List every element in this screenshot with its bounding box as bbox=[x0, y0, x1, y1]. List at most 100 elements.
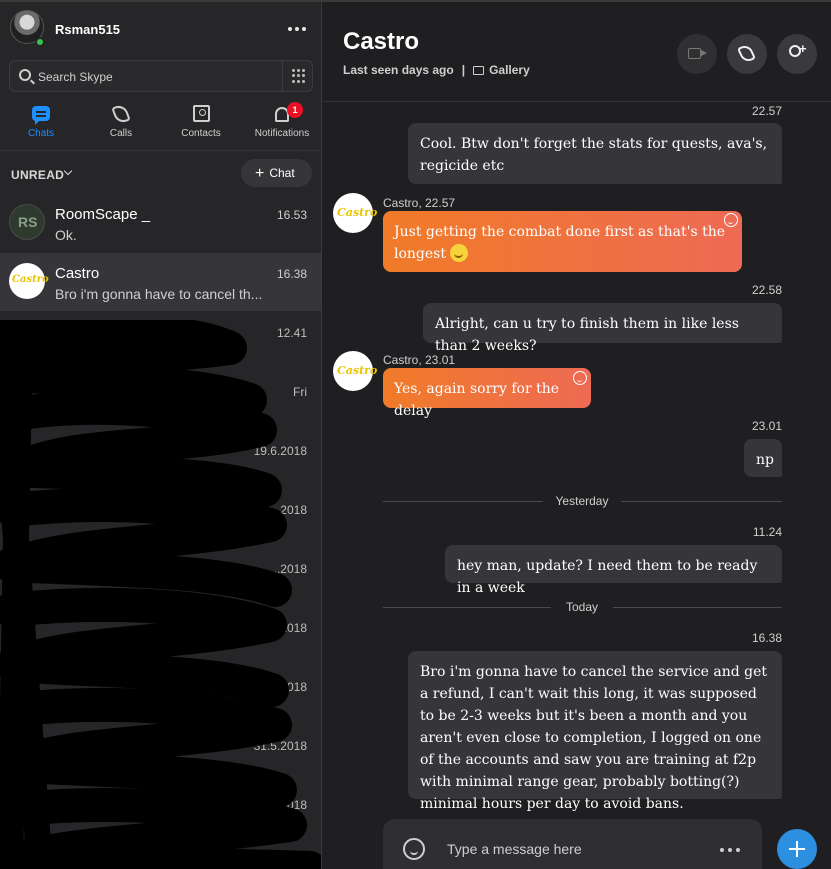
phone-icon bbox=[737, 43, 756, 64]
conversation-item[interactable]: 12.41 bbox=[0, 312, 321, 370]
message-list[interactable]: 22.57 Cool. Btw don't forget the stats f… bbox=[323, 103, 831, 819]
date-divider-line bbox=[383, 607, 551, 608]
message-sender: Castro, 23.01 bbox=[383, 353, 456, 367]
tab-notifications[interactable]: Notifications bbox=[242, 100, 321, 146]
conversation-list-header: UNREAD + Chat bbox=[0, 150, 321, 192]
search-divider bbox=[282, 61, 283, 91]
new-chat-label: Chat bbox=[269, 166, 295, 180]
conversation-item[interactable]: 1.6.2018 bbox=[0, 607, 321, 665]
incoming-message[interactable]: Yes, again sorry for the delay bbox=[383, 368, 591, 419]
unread-filter[interactable]: UNREAD bbox=[11, 168, 64, 182]
phone-icon bbox=[111, 103, 131, 125]
chat-title[interactable]: Castro bbox=[343, 28, 419, 56]
conversation-item[interactable]: 31.5.2018 bbox=[0, 725, 321, 783]
chevron-down-icon[interactable] bbox=[63, 166, 73, 176]
message-text: Just getting the combat done first as th… bbox=[394, 224, 726, 262]
conversation-time: 31.5.2018 bbox=[253, 739, 307, 753]
message-timestamp: 22.58 bbox=[751, 283, 782, 297]
conversation-avatar bbox=[9, 263, 49, 299]
conversation-name: Castro bbox=[55, 265, 100, 282]
conversation-item[interactable]: ...2018 bbox=[0, 666, 321, 724]
conversation-item[interactable]: Fri bbox=[0, 371, 321, 429]
date-divider: Today bbox=[565, 600, 599, 614]
gallery-icon bbox=[473, 66, 485, 75]
tab-label: Contacts bbox=[181, 128, 221, 139]
incoming-message[interactable]: Just getting the combat done first as th… bbox=[383, 211, 742, 272]
nav-tabs: Chats Calls Contacts Notifications bbox=[0, 100, 321, 146]
conversation-avatar bbox=[9, 204, 45, 240]
video-call-button[interactable] bbox=[677, 34, 717, 74]
conversation-time: 16.38 bbox=[276, 267, 307, 281]
conversation-item-castro[interactable]: Castro Bro i'm gonna have to cancel th..… bbox=[0, 253, 321, 311]
tab-label: Notifications bbox=[254, 128, 310, 139]
dot-icon bbox=[302, 27, 306, 31]
profile-header: Rsman515 bbox=[0, 2, 321, 58]
conversation-time: Fri bbox=[293, 385, 307, 399]
plus-icon: + bbox=[255, 165, 265, 182]
tab-contacts[interactable]: Contacts bbox=[161, 100, 241, 146]
message-composer bbox=[383, 819, 762, 869]
search-input[interactable]: Search Skype bbox=[38, 70, 113, 84]
conversation-time: ...2018 bbox=[270, 680, 307, 694]
sidebar: Rsman515 Search Skype Chats Calls Contac… bbox=[0, 2, 322, 869]
conversation-time: 19.6.2018 bbox=[253, 444, 307, 458]
tab-chats[interactable]: Chats bbox=[1, 100, 81, 146]
tab-calls[interactable]: Calls bbox=[81, 100, 161, 146]
chat-icon bbox=[32, 106, 50, 125]
dot-icon bbox=[720, 848, 724, 852]
outgoing-message[interactable]: Bro i'm gonna have to cancel the service… bbox=[408, 651, 782, 812]
dot-icon bbox=[295, 27, 299, 31]
message-timestamp: 16.38 bbox=[751, 631, 782, 645]
outgoing-message[interactable]: np bbox=[744, 439, 782, 477]
search-box[interactable]: Search Skype bbox=[9, 60, 313, 92]
date-divider-line bbox=[383, 501, 543, 502]
conversation-item[interactable]: ...forum/prof... 19.6.2018 bbox=[0, 430, 321, 488]
message-timestamp: 22.57 bbox=[751, 104, 782, 118]
conversation-time: ...2018 bbox=[270, 798, 307, 812]
new-chat-button[interactable]: + Chat bbox=[241, 159, 312, 187]
audio-call-button[interactable] bbox=[727, 34, 767, 74]
outgoing-message[interactable]: Alright, can u try to finish them in lik… bbox=[423, 303, 782, 354]
message-sender: Castro, 22.57 bbox=[383, 196, 456, 210]
date-divider: Yesterday bbox=[555, 494, 609, 508]
tab-label: Calls bbox=[109, 128, 133, 139]
conversation-preview: Ok. bbox=[55, 227, 77, 243]
sender-avatar[interactable] bbox=[333, 351, 377, 391]
conversation-time: 12.41 bbox=[276, 326, 307, 340]
add-content-button[interactable] bbox=[777, 829, 817, 869]
chat-subtitle: Last seen days ago | Gallery bbox=[343, 63, 530, 77]
conversation-preview: Bro i'm gonna have to cancel th... bbox=[55, 286, 263, 302]
conversation-item-roomscape[interactable]: RoomScape _ Ok. 16.53 bbox=[0, 194, 321, 252]
add-person-icon bbox=[788, 41, 807, 63]
skype-window: Rsman515 Search Skype Chats Calls Contac… bbox=[0, 0, 831, 869]
dot-icon bbox=[288, 27, 292, 31]
separator: | bbox=[461, 63, 466, 77]
reaction-icon[interactable] bbox=[573, 371, 587, 385]
reaction-icon[interactable] bbox=[724, 213, 738, 227]
date-divider-line bbox=[613, 607, 782, 608]
tab-label: Chats bbox=[27, 128, 55, 139]
conversation-item[interactable]: ...2018 bbox=[0, 489, 321, 547]
gallery-link[interactable]: Gallery bbox=[489, 63, 530, 77]
conversation-name: RoomScape _ bbox=[55, 206, 151, 223]
message-input[interactable] bbox=[447, 841, 697, 857]
sender-avatar[interactable] bbox=[333, 193, 377, 233]
dialpad-icon[interactable] bbox=[292, 69, 306, 83]
conversation-item[interactable]: ...2018 bbox=[0, 784, 321, 842]
contacts-icon bbox=[193, 105, 210, 122]
last-seen-status: Last seen days ago bbox=[343, 63, 454, 77]
add-people-button[interactable] bbox=[777, 34, 817, 74]
outgoing-message[interactable]: Cool. Btw don't forget the stats for que… bbox=[408, 123, 782, 184]
more-options-button[interactable] bbox=[284, 19, 310, 39]
emoji-icon[interactable] bbox=[403, 838, 425, 860]
conversation-time: 16.53 bbox=[276, 208, 307, 222]
conversation-time: ...2018 bbox=[270, 503, 307, 517]
conversation-item[interactable]: ...2018 bbox=[0, 548, 321, 606]
chat-panel: Castro Last seen days ago | Gallery 22.57 … bbox=[323, 2, 831, 869]
composer-more-button[interactable] bbox=[720, 848, 740, 852]
dot-icon bbox=[728, 848, 732, 852]
profile-username[interactable]: Rsman515 bbox=[55, 22, 120, 37]
conversation-time: 1.6.2018 bbox=[260, 621, 307, 635]
outgoing-message[interactable]: hey man, update? I need them to be ready… bbox=[445, 545, 782, 596]
search-icon bbox=[19, 69, 31, 81]
